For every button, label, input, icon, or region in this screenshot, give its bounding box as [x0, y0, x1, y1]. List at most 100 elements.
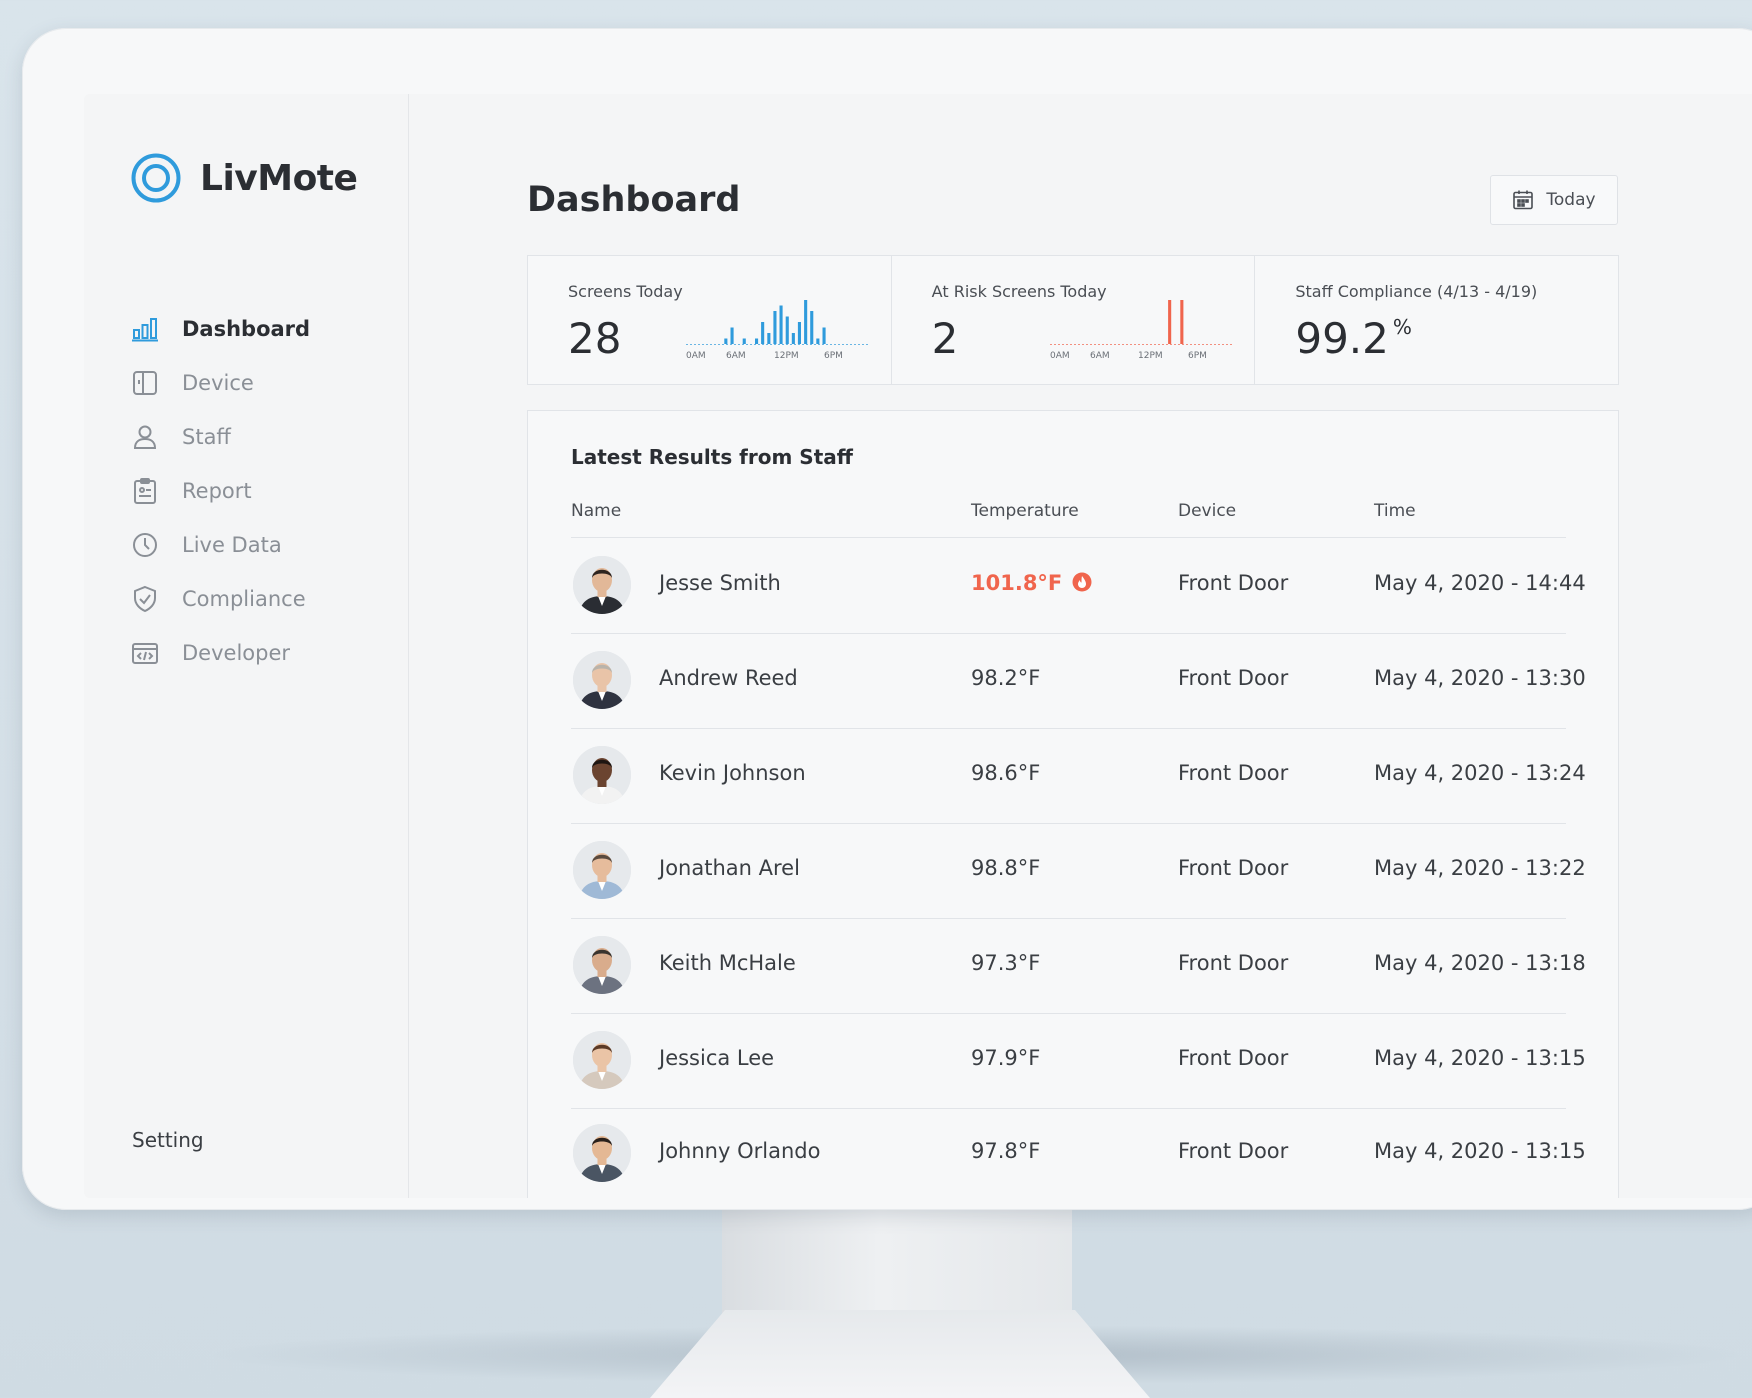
sidebar-item-dashboard[interactable]: Dashboard — [130, 302, 310, 356]
latest-results-panel: Latest Results from Staff Name Temperatu… — [527, 410, 1619, 1198]
stat-value: 99.2% — [1295, 314, 1412, 363]
avatar — [573, 651, 631, 709]
sparkline-bar — [791, 333, 795, 344]
logo-ring-icon — [130, 152, 182, 204]
code-window-icon — [130, 638, 160, 668]
setting-link[interactable]: Setting — [132, 1128, 204, 1152]
sparkline-bar — [816, 338, 820, 344]
stat-card-screens-today[interactable]: Screens Today 28 0AM 6AM 12PM 6PM — [528, 256, 892, 384]
device-icon — [130, 368, 160, 398]
sparkline-bar — [1167, 300, 1171, 344]
sparkline-tick-label: 6PM — [824, 351, 843, 360]
sparkline-bar — [810, 311, 814, 344]
sparkline-bar — [761, 322, 765, 344]
screens-sparkline: 0AM 6AM 12PM 6PM — [686, 300, 870, 360]
main-content: Dashboard Today Screens Today 28 0AM 6AM 1… — [408, 94, 1752, 1198]
avatar — [573, 746, 631, 804]
sidebar-item-label: Report — [182, 479, 252, 503]
stat-card-at-risk-screens[interactable]: At Risk Screens Today 2 0AM 6AM 12PM 6PM — [892, 256, 1256, 384]
sidebar-item-compliance[interactable]: Compliance — [130, 572, 310, 626]
device-name: Front Door — [1178, 761, 1289, 785]
stat-label: Staff Compliance (4/13 - 4/19) — [1295, 282, 1538, 301]
table-row[interactable]: Kevin Johnson 98.6°F Front Door May 4, 2020… — [571, 728, 1586, 824]
app-screen: LivMote Dashboard Device Staff Report Li… — [84, 94, 1752, 1198]
stat-card-staff-compliance[interactable]: Staff Compliance (4/13 - 4/19) 99.2% — [1255, 256, 1618, 384]
sparkline-bar — [822, 327, 826, 344]
screen-time: May 4, 2020 - 13:15 — [1374, 1046, 1586, 1070]
sidebar-item-label: Staff — [182, 425, 231, 449]
table-row[interactable]: Jessica Lee 97.9°F Front Door May 4, 2020 -… — [571, 1013, 1586, 1109]
sidebar-item-staff[interactable]: Staff — [130, 410, 310, 464]
device-name: Front Door — [1178, 666, 1289, 690]
sidebar: LivMote Dashboard Device Staff Report Li… — [84, 94, 409, 1198]
clipboard-icon — [130, 476, 160, 506]
panel-title: Latest Results from Staff — [571, 445, 853, 469]
sparkline-tick-label: 0AM — [686, 351, 706, 360]
sidebar-item-label: Device — [182, 371, 254, 395]
staff-name: Jessica Lee — [659, 1046, 775, 1070]
sidebar-item-live-data[interactable]: Live Data — [130, 518, 310, 572]
temperature-reading: 98.8°F — [971, 856, 1041, 880]
temperature-value: 97.9°F — [971, 1046, 1040, 1070]
temperature-reading: 98.6°F — [971, 761, 1041, 785]
sparkline-tick-label: 0AM — [1050, 351, 1070, 360]
sidebar-item-device[interactable]: Device — [130, 356, 310, 410]
calendar-icon — [1513, 190, 1534, 210]
temperature-value: 98.2°F — [971, 666, 1040, 690]
staff-name: Johnny Orlando — [659, 1139, 821, 1163]
table-row[interactable]: Andrew Reed 98.2°F Front Door May 4, 2020 -… — [571, 633, 1586, 729]
avatar — [573, 1031, 631, 1089]
table-row[interactable]: Jesse Smith 101.8°F Front Door May 4, 2020 … — [571, 538, 1586, 634]
staff-name: Andrew Reed — [659, 666, 798, 690]
device-name: Front Door — [1178, 1139, 1289, 1163]
sparkline-bar — [730, 327, 734, 344]
temperature-value: 97.3°F — [971, 951, 1040, 975]
sidebar-item-label: Live Data — [182, 533, 282, 557]
temperature-value: 97.8°F — [971, 1139, 1040, 1163]
device-name: Front Door — [1178, 1046, 1289, 1070]
screen-time: May 4, 2020 - 13:30 — [1374, 666, 1586, 690]
stat-value: 2 — [931, 314, 959, 363]
temperature-value: 98.8°F — [971, 856, 1040, 880]
table-row[interactable]: Johnny Orlando 97.8°F Front Door May 4, 202… — [571, 1106, 1586, 1198]
compliance-value: 99.2 — [1295, 314, 1389, 363]
screen-time: May 4, 2020 - 13:15 — [1374, 1139, 1586, 1163]
column-header-name[interactable]: Name — [571, 501, 621, 521]
sparkline-bar — [767, 333, 771, 344]
shield-check-icon — [130, 584, 160, 614]
temperature-value: 98.6°F — [971, 761, 1040, 785]
staff-name: Jonathan Arel — [659, 856, 800, 880]
at-risk-sparkline: 0AM 6AM 12PM 6PM — [1049, 300, 1234, 360]
avatar — [573, 1124, 631, 1182]
page-title: Dashboard — [527, 180, 741, 220]
stats-row: Screens Today 28 0AM 6AM 12PM 6PM At Risk S… — [527, 255, 1619, 385]
user-icon — [130, 422, 160, 452]
temperature-reading: 98.2°F — [971, 666, 1041, 690]
screen-time: May 4, 2020 - 13:24 — [1374, 761, 1586, 785]
sparkline-bar — [804, 300, 808, 344]
avatar — [573, 936, 631, 994]
sparkline-bar — [755, 338, 759, 344]
column-header-time[interactable]: Time — [1374, 501, 1416, 521]
table-row[interactable]: Keith McHale 97.3°F Front Door May 4, 2020 … — [571, 918, 1586, 1014]
clock-icon — [130, 530, 160, 560]
compliance-unit: % — [1392, 315, 1412, 339]
temperature-reading: 97.8°F — [971, 1139, 1041, 1163]
sparkline-bar — [1179, 300, 1184, 344]
column-header-temperature[interactable]: Temperature — [971, 501, 1079, 521]
sidebar-item-report[interactable]: Report — [130, 464, 310, 518]
app-logo[interactable]: LivMote — [130, 152, 358, 204]
sidebar-item-developer[interactable]: Developer — [130, 626, 310, 680]
device-name: Front Door — [1178, 571, 1289, 595]
sparkline-tick-label: 12PM — [1138, 351, 1163, 360]
bar-chart-icon — [130, 314, 160, 344]
device-name: Front Door — [1178, 856, 1289, 880]
column-header-device[interactable]: Device — [1178, 501, 1236, 521]
sidebar-item-label: Developer — [182, 641, 291, 665]
sparkline-tick-label: 6AM — [726, 351, 746, 360]
date-filter-button[interactable]: Today — [1490, 175, 1618, 225]
screen-time: May 4, 2020 - 13:22 — [1374, 856, 1586, 880]
sparkline-bar — [742, 338, 746, 344]
staff-name: Keith McHale — [659, 951, 796, 975]
table-row[interactable]: Jonathan Arel 98.8°F Front Door May 4, 2020… — [571, 823, 1586, 919]
